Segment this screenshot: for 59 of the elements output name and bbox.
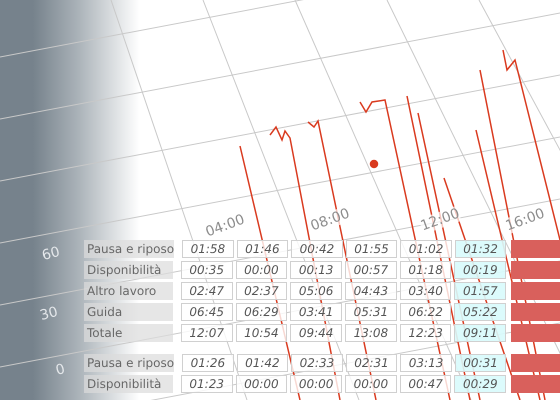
- table-cell: 00:19: [454, 261, 506, 279]
- table-cell: 06:29: [236, 303, 288, 321]
- table-cell: 01:46: [236, 240, 288, 258]
- table-cell: 00:00: [290, 375, 342, 393]
- table-cell: 02:33: [291, 354, 343, 372]
- table-cell: 03:41: [290, 303, 342, 321]
- table-cell: 03:13: [400, 354, 452, 372]
- table-cell: 12:23: [400, 324, 452, 342]
- table-cell: 00:42: [291, 240, 343, 258]
- row-label: Altro lavoro: [84, 282, 173, 300]
- axis-label: 60: [40, 244, 62, 264]
- table-cell: 00:00: [236, 261, 288, 279]
- status-bar: [511, 375, 560, 393]
- row-label: Pausa e riposo: [84, 354, 174, 372]
- table-cell: 03:40: [400, 282, 452, 300]
- table-cell: 01:26: [182, 354, 234, 372]
- table-cell: 00:00: [236, 375, 288, 393]
- row-label: Pausa e riposo: [84, 240, 174, 258]
- table-cell: 04:43: [345, 282, 397, 300]
- table-cell: 00:29: [454, 375, 506, 393]
- table-cell: 12:07: [180, 324, 233, 342]
- status-bar: [511, 282, 560, 300]
- table-cell: 13:08: [345, 324, 397, 342]
- table-cell: 02:31: [346, 354, 398, 372]
- table-cell: 01:55: [346, 240, 398, 258]
- table-cell: 00:13: [290, 261, 342, 279]
- row-label: Guida: [84, 303, 173, 321]
- status-bar: [511, 261, 560, 279]
- axis-label: 30: [38, 304, 60, 324]
- table-cell: 05:31: [345, 303, 397, 321]
- table-cell: 01:32: [454, 240, 506, 258]
- table-cell: 00:47: [400, 375, 452, 393]
- status-bar: [511, 354, 560, 372]
- table-cell: 01:57: [454, 282, 506, 300]
- table-cell: 05:06: [290, 282, 342, 300]
- row-label: Disponibilità: [84, 375, 173, 393]
- row-label: Totale: [84, 324, 173, 342]
- table-cell: 01:23: [180, 375, 233, 393]
- status-bar: [511, 240, 560, 258]
- table-cell: 09:11: [454, 324, 506, 342]
- table-cell: 10:54: [236, 324, 288, 342]
- axis-label: 0: [54, 361, 67, 379]
- table-cell: 01:42: [236, 354, 288, 372]
- table-cell: 01:18: [400, 261, 452, 279]
- table-cell: 01:58: [182, 240, 234, 258]
- table-cell: 00:00: [345, 375, 397, 393]
- table-cell: 02:47: [180, 282, 233, 300]
- table-cell: 01:02: [400, 240, 452, 258]
- status-bar: [511, 303, 560, 321]
- table-cell: 06:22: [400, 303, 452, 321]
- table-cell: 00:31: [454, 354, 506, 372]
- table-cell: 09:44: [290, 324, 342, 342]
- row-label: Disponibilità: [84, 261, 173, 279]
- table-cell: 00:57: [345, 261, 397, 279]
- status-bar: [511, 324, 560, 342]
- table-cell: 05:22: [454, 303, 506, 321]
- table-cell: 00:35: [180, 261, 233, 279]
- table-cell: 06:45: [180, 303, 233, 321]
- table-cell: 02:37: [236, 282, 288, 300]
